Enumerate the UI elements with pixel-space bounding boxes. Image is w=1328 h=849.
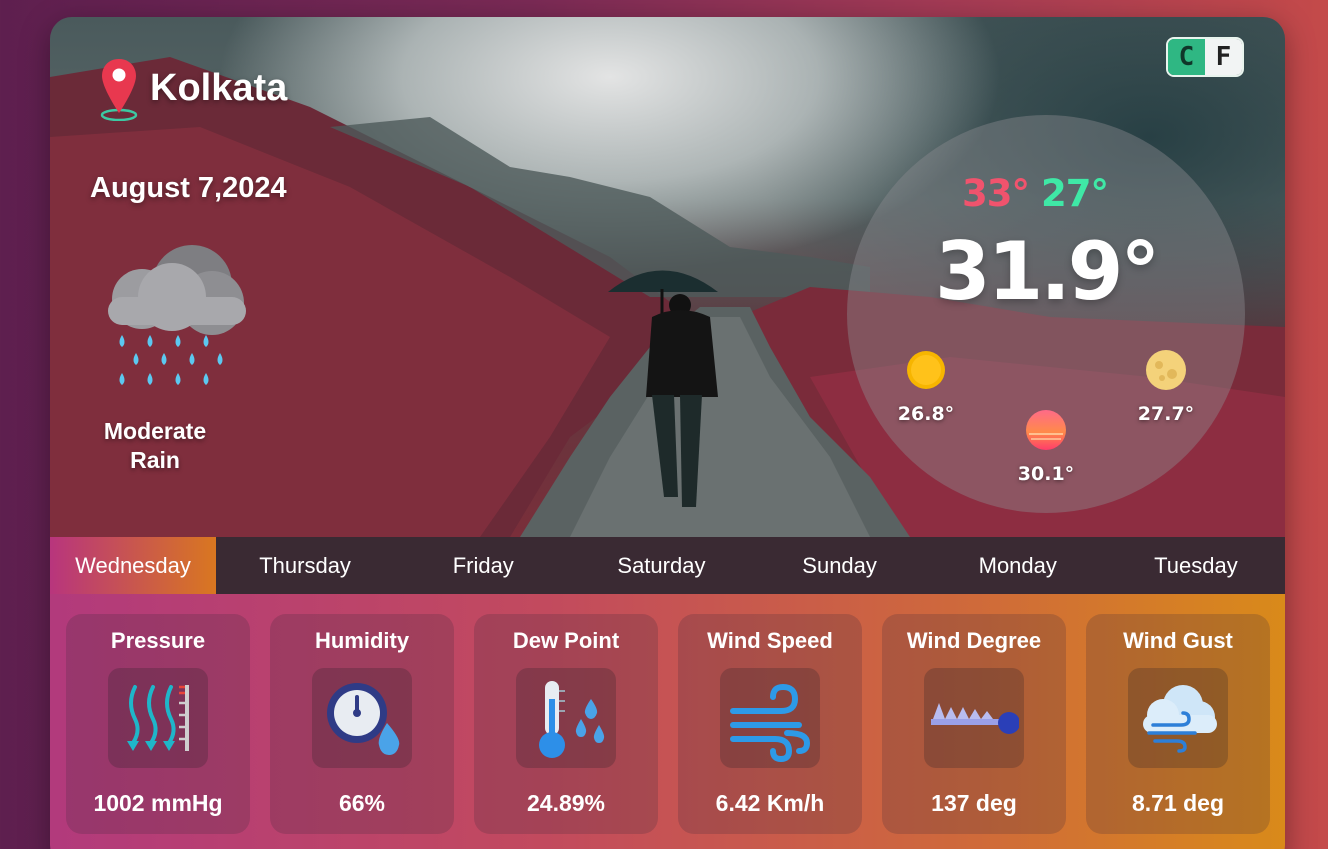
min-temperature: 27° [1041,172,1109,215]
hero-panel: Kolkata August 7,2024 Moderate Rain C F [50,17,1285,537]
tab-saturday[interactable]: Saturday [572,537,750,594]
metric-label: Wind Gust [1123,628,1233,653]
morning-temperature: 26.8° [888,349,964,425]
metric-dew-point: Dew Point 24.89% [474,614,658,834]
metric-label: Dew Point [512,628,620,653]
metric-icon-box [924,668,1024,768]
metric-label: Wind Degree [906,628,1042,653]
fahrenheit-button[interactable]: F [1205,39,1242,75]
metric-pressure: Pressure 1002 mmHg [66,614,250,834]
metric-icon-box [312,668,412,768]
evening-temperature-value: 30.1° [1017,463,1075,485]
metric-label: Wind Speed [707,628,833,653]
metric-value: 1002 mmHg [93,790,223,816]
rain-cloud-icon [108,245,246,385]
night-temperature-value: 27.7° [1137,403,1195,425]
wind-degree-icon [931,703,1019,734]
metric-icon-box [108,668,208,768]
metric-label: Pressure [110,628,206,653]
tab-sunday[interactable]: Sunday [751,537,929,594]
tab-tuesday[interactable]: Tuesday [1107,537,1285,594]
condition-text: Moderate Rain [80,417,230,475]
tab-friday[interactable]: Friday [394,537,572,594]
city-name: Kolkata [150,66,288,109]
tab-monday[interactable]: Monday [929,537,1107,594]
day-tabs: Wednesday Thursday Friday Saturday Sunda… [50,537,1285,594]
metric-value: 24.89% [526,790,605,816]
night-temperature: 27.7° [1128,349,1204,425]
metric-icon-box [720,668,820,768]
evening-temperature: 30.1° [1008,409,1084,485]
weather-card: Kolkata August 7,2024 Moderate Rain C F [50,17,1285,849]
details-panel: Pressure 1002 mmHg Humidity 66% Dew Poin… [50,594,1285,849]
metric-humidity: Humidity 66% [270,614,454,834]
dew-point-icon [539,681,605,758]
metric-value: 6.42 Km/h [715,790,825,816]
tab-thursday[interactable]: Thursday [216,537,394,594]
celsius-button[interactable]: C [1168,39,1205,75]
unit-toggle: C F [1166,37,1244,77]
metric-wind-speed: Wind Speed 6.42 Km/h [678,614,862,834]
sun-icon [907,351,945,389]
condition-line-2: Rain [130,447,180,473]
current-temperature: 31.9° [935,225,1160,318]
humidity-icon [327,683,400,755]
max-temperature: 33° [962,172,1030,215]
condition-line-1: Moderate [103,418,207,444]
pressure-icon [127,685,189,751]
metric-icon-box [516,668,616,768]
metric-wind-gust: Wind Gust 8.71 deg [1086,614,1270,834]
wind-speed-icon [730,683,811,763]
metric-icon-box [1128,668,1228,768]
wind-gust-icon [1143,685,1217,753]
metric-value: 8.71 deg [1131,790,1225,816]
sunset-icon [1026,410,1066,450]
metric-label: Humidity [314,628,410,653]
location-pin-icon [100,59,138,121]
tab-wednesday[interactable]: Wednesday [50,537,216,594]
current-date: August 7,2024 [90,172,287,204]
location: Kolkata [98,55,287,121]
metric-value: 66% [338,790,386,816]
morning-temperature-value: 26.8° [897,403,955,425]
metric-value: 137 deg [931,790,1017,816]
min-max-temperature: 33° 27° [962,172,1109,215]
metric-wind-degree: Wind Degree 137 deg [882,614,1066,834]
moon-icon [1146,350,1186,390]
